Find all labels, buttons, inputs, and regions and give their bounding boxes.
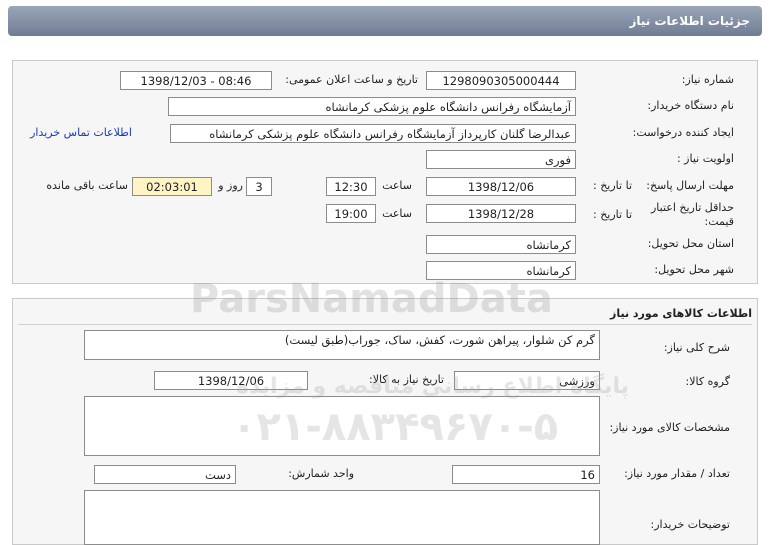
city-field[interactable]: کرمانشاه [426, 261, 576, 280]
deadline-time-field[interactable]: 12:30 [326, 177, 376, 196]
summary-field[interactable]: گرم کن شلوار، پیراهن شورت، کفش، ساک، جور… [84, 330, 600, 360]
specs-label: مشخصات کالای مورد نیاز: [609, 421, 730, 434]
province-field[interactable]: کرمانشاه [426, 235, 576, 254]
announce-date-label: تاریخ و ساعت اعلان عمومی: [285, 73, 418, 86]
validity-label: حداقل تاریخ اعتبار قیمت: [650, 201, 734, 228]
buyer-notes-field[interactable] [84, 490, 600, 545]
need-details-panel [12, 60, 758, 284]
remaining-time-field: 02:03:01 [132, 177, 212, 196]
validity-to-date-label: تا تاریخ : [593, 208, 632, 221]
deadline-to-date-label: تا تاریخ : [593, 179, 632, 192]
need-number-field[interactable]: 1298090305000444 [426, 71, 576, 90]
goods-section-divider [18, 324, 752, 325]
need-date-field[interactable]: 1398/12/06 [154, 371, 308, 390]
announce-date-field[interactable]: 1398/12/03 - 08:46 [120, 71, 272, 90]
remaining-days-label: روز و [218, 179, 243, 192]
deadline-time-label: ساعت [382, 179, 412, 192]
remaining-time-label: ساعت باقی مانده [46, 179, 128, 192]
goods-group-field[interactable]: ورزشی [454, 371, 600, 390]
validity-time-label: ساعت [382, 207, 412, 220]
buyer-org-label: نام دستگاه خریدار: [647, 99, 734, 112]
goods-group-label: گروه کالا: [685, 375, 730, 388]
unit-field[interactable]: دست [94, 465, 236, 484]
need-number-label: شماره نیاز: [681, 73, 734, 86]
requester-label: ایجاد کننده درخواست: [632, 126, 734, 139]
validity-date-field[interactable]: 1398/12/28 [426, 204, 576, 223]
requester-field[interactable]: عبدالرضا گلنان کارپرداز آزمایشگاه رفرانس… [170, 124, 576, 143]
goods-section-title: اطلاعات کالاهای مورد نیاز [610, 307, 752, 320]
page-title: جزئیات اطلاعات نیاز [629, 14, 750, 28]
validity-time-field[interactable]: 19:00 [326, 204, 376, 223]
specs-field[interactable] [84, 396, 600, 456]
quantity-field[interactable]: 16 [452, 465, 600, 484]
priority-label: اولویت نیاز : [676, 152, 734, 165]
quantity-label: تعداد / مقدار مورد نیاز: [624, 467, 730, 480]
priority-field[interactable]: فوری [426, 150, 576, 169]
summary-label: شرح کلی نیاز: [663, 341, 730, 354]
deadline-date-field[interactable]: 1398/12/06 [426, 177, 576, 196]
remaining-days-field[interactable]: 3 [246, 177, 272, 196]
need-date-label: تاریخ نیاز به کالا: [369, 373, 444, 386]
city-label: شهر محل تحویل: [654, 263, 734, 276]
buyer-contact-link[interactable]: اطلاعات تماس خریدار [30, 126, 132, 139]
buyer-notes-label: توضیحات خریدار: [650, 518, 731, 531]
deadline-label: مهلت ارسال پاسخ: [646, 179, 734, 192]
unit-label: واحد شمارش: [288, 467, 354, 480]
page-title-bar: جزئیات اطلاعات نیاز [8, 6, 762, 36]
buyer-org-field[interactable]: آزمایشگاه رفرانس دانشگاه علوم پزشکی کرما… [168, 97, 576, 116]
province-label: استان محل تحویل: [647, 237, 734, 250]
